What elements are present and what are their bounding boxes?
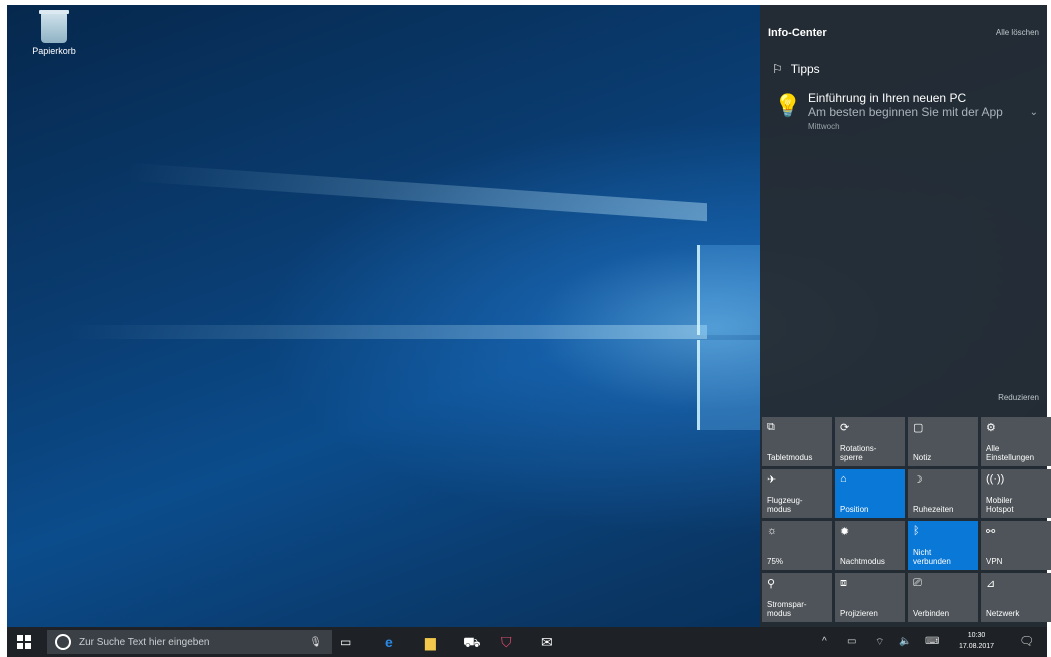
quick-action-tile[interactable]: ⧈ Projizieren xyxy=(835,573,905,622)
quick-action-label: Nachtmodus xyxy=(840,557,885,566)
quick-action-label: Nicht verbunden xyxy=(913,548,951,566)
quick-action-label: Netzwerk xyxy=(986,609,1020,618)
search-box[interactable]: Zur Suche Text hier eingeben 🎙 xyxy=(47,630,332,654)
start-button[interactable] xyxy=(17,635,31,649)
action-center-icon[interactable]: 🗨 xyxy=(1019,634,1034,648)
action-center: Info-Center Alle löschen ⚐ Tipps 💡 Einfü… xyxy=(760,5,1051,627)
quick-action-label: Mobiler Hotspot xyxy=(986,496,1014,514)
lightbulb-icon: 💡 xyxy=(774,93,802,118)
quick-action-label: Projizieren xyxy=(840,609,878,618)
quick-action-label: Verbinden xyxy=(913,609,950,618)
airplane-icon: ✈ xyxy=(767,474,777,486)
cortana-icon xyxy=(55,634,71,650)
quick-action-tile[interactable]: ⊿ Netzwerk xyxy=(981,573,1051,622)
quick-action-label: Alle Einstellungen xyxy=(986,444,1035,462)
battery-saver-icon: ⚲ xyxy=(767,578,776,590)
brightness-icon: ☼ xyxy=(767,525,778,537)
action-center-title: Info-Center xyxy=(768,27,827,39)
bluetooth-icon: ᛒ xyxy=(913,525,920,537)
quick-action-label: Notiz xyxy=(913,453,932,462)
recycle-bin[interactable]: Papierkorb xyxy=(29,10,79,56)
notification-time: Mittwoch xyxy=(808,122,840,131)
keyboard-icon[interactable]: ⌨ xyxy=(925,636,939,647)
security-shield-icon[interactable]: ⛉ xyxy=(501,633,512,651)
quick-action-tile[interactable]: ⟳ Rotations- sperre xyxy=(835,417,905,466)
tablet-icon: ⧉ xyxy=(767,421,775,433)
taskbar: Zur Suche Text hier eingeben 🎙 ▭ e ▆ ⛟ ⛉… xyxy=(7,627,1047,657)
window-logo-pane xyxy=(697,340,760,430)
recycle-bin-icon xyxy=(39,10,69,43)
quick-action-tile[interactable]: ⚲ Stromspar- modus xyxy=(762,573,832,622)
notification-group-name: Tipps xyxy=(790,62,820,76)
quick-action-tile[interactable]: ⚙ Alle Einstellungen xyxy=(981,417,1051,466)
quick-action-label: Rotations- sperre xyxy=(840,444,877,462)
quick-action-tile[interactable]: ▢ Notiz xyxy=(908,417,978,466)
light-beam xyxy=(67,325,707,339)
quick-action-tile[interactable]: ((·)) Mobiler Hotspot xyxy=(981,469,1051,518)
quick-action-tile[interactable]: ☽ Ruhezeiten xyxy=(908,469,978,518)
quick-action-tile[interactable]: ᛒ Nicht verbunden xyxy=(908,521,978,570)
clock-time: 10:30 xyxy=(967,632,986,639)
mail-icon[interactable]: ✉ xyxy=(541,633,553,651)
battery-icon[interactable]: ▭ xyxy=(847,636,856,647)
file-explorer-icon[interactable]: ▆ xyxy=(425,633,436,651)
quick-action-label: 75% xyxy=(767,557,784,566)
store-icon[interactable]: ⛟ xyxy=(463,633,481,651)
quick-action-label: Flugzeug- modus xyxy=(767,496,803,514)
quick-action-label: Stromspar- modus xyxy=(767,600,807,618)
notification-body: Am besten beginnen Sie mit der App xyxy=(808,105,1003,119)
clock-date: 17.08.2017 xyxy=(959,643,995,650)
system-clock[interactable]: 10:30 17.08.2017 xyxy=(959,630,994,652)
tips-icon: ⚐ xyxy=(772,62,783,76)
network-icon: ⊿ xyxy=(986,578,996,590)
quick-action-label: Tabletmodus xyxy=(767,453,813,462)
quick-action-label: Ruhezeiten xyxy=(913,505,954,514)
moon-icon: ☽ xyxy=(913,474,923,486)
chevron-up-icon[interactable]: ^ xyxy=(822,636,827,647)
task-view-icon[interactable]: ▭ xyxy=(340,633,351,651)
chevron-down-icon[interactable]: ⌄ xyxy=(1030,107,1038,118)
notification-card[interactable]: 💡 Einführung in Ihren neuen PC Am besten… xyxy=(774,91,1042,131)
light-beam xyxy=(127,162,707,222)
wifi-icon[interactable]: ⌔ xyxy=(875,636,884,649)
quick-action-tile[interactable]: ✈ Flugzeug- modus xyxy=(762,469,832,518)
quick-action-tile[interactable]: ✹ Nachtmodus xyxy=(835,521,905,570)
notification-title: Einführung in Ihren neuen PC xyxy=(808,91,967,105)
quick-action-tile[interactable]: ☼ 75% xyxy=(762,521,832,570)
quick-action-label: VPN xyxy=(986,557,1003,566)
note-icon: ▢ xyxy=(913,422,924,434)
connect-icon: ⎚ xyxy=(913,577,922,589)
vpn-icon: ⚯ xyxy=(986,526,996,538)
settings-icon: ⚙ xyxy=(986,422,996,434)
quick-action-tile[interactable]: ⚯ VPN xyxy=(981,521,1051,570)
window-logo-pane xyxy=(697,245,760,335)
rotation-icon: ⟳ xyxy=(840,422,850,434)
microphone-icon[interactable]: 🎙 xyxy=(309,637,322,648)
quick-action-tile[interactable]: ⎚ Verbinden xyxy=(908,573,978,622)
quick-action-tile[interactable]: ⧉ Tabletmodus xyxy=(762,417,832,466)
hotspot-icon: ((·)) xyxy=(986,473,1005,485)
location-icon: ⌂ xyxy=(840,473,847,485)
quick-action-label: Position xyxy=(840,505,869,514)
edge-browser-icon[interactable]: e xyxy=(385,633,393,651)
night-light-icon: ✹ xyxy=(840,526,850,538)
recycle-bin-label: Papierkorb xyxy=(32,46,76,56)
search-placeholder: Zur Suche Text hier eingeben xyxy=(79,636,210,648)
collapse-link[interactable]: Reduzieren xyxy=(998,393,1039,402)
notification-group-header[interactable]: ⚐ Tipps xyxy=(772,62,820,76)
quick-actions-grid: ⧉ Tabletmodus ⟳ Rotations- sperre ▢ Notiz ⚙ All… xyxy=(762,417,1051,622)
volume-icon[interactable]: 🔈 xyxy=(899,636,911,647)
quick-action-tile[interactable]: ⌂ Position xyxy=(835,469,905,518)
clear-all-link[interactable]: Alle löschen xyxy=(996,28,1039,37)
project-icon: ⧈ xyxy=(840,577,847,589)
